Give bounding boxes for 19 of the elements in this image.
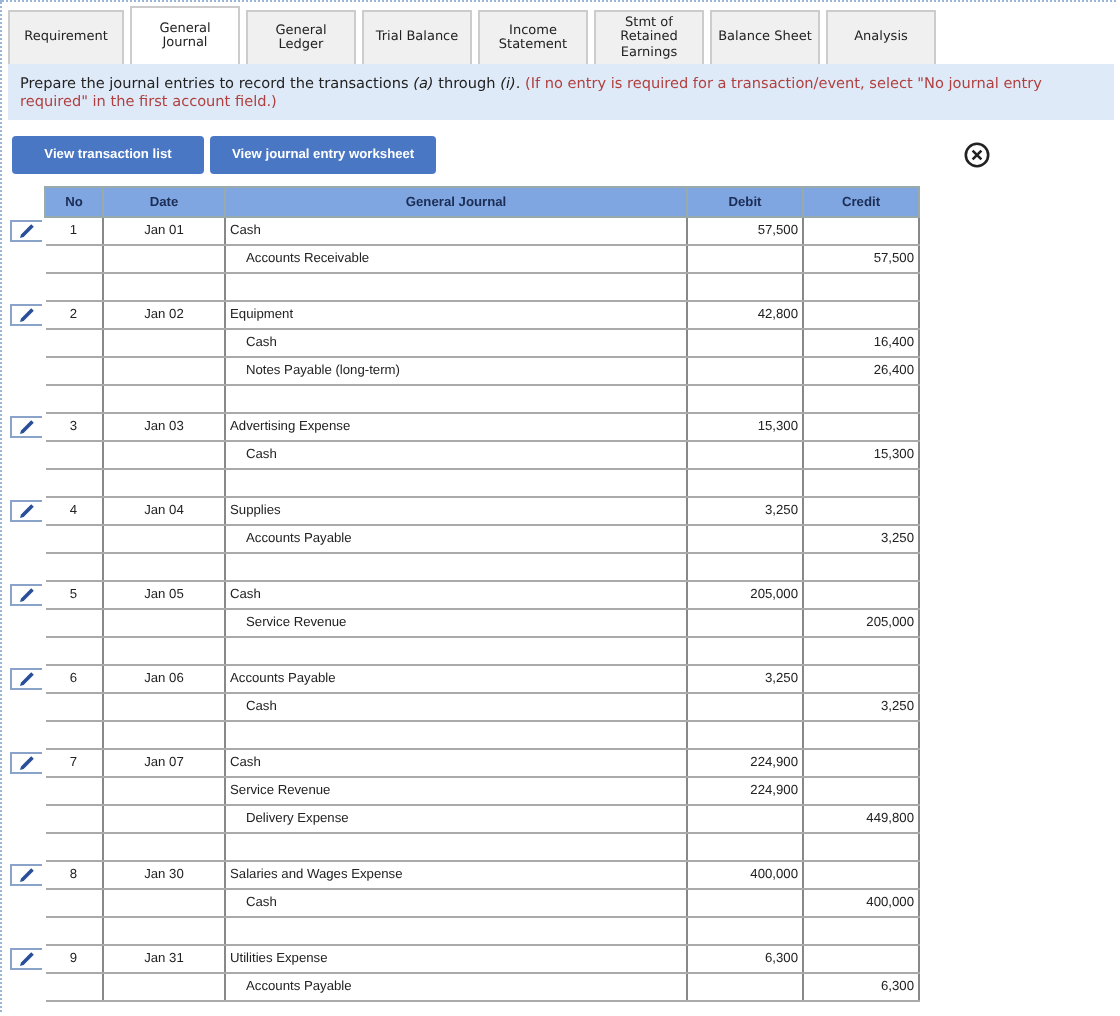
edit-button[interactable]	[10, 752, 42, 775]
edit-button[interactable]	[10, 584, 42, 607]
edit-button[interactable]	[10, 948, 42, 971]
pencil-icon	[18, 950, 36, 969]
pencil-icon	[18, 306, 36, 325]
edit-button[interactable]	[10, 668, 42, 691]
edit-button[interactable]	[10, 864, 42, 887]
pencil-icon	[18, 586, 36, 605]
edit-button[interactable]	[10, 500, 42, 523]
close-icon[interactable]	[964, 142, 991, 169]
pencil-icon	[18, 502, 36, 521]
pencil-icon	[18, 866, 36, 885]
pencil-icon	[18, 418, 36, 437]
edit-button[interactable]	[10, 304, 42, 327]
edit-button[interactable]	[10, 220, 42, 243]
edit-button[interactable]	[10, 416, 42, 439]
pencil-icon	[18, 754, 36, 773]
pencil-icon	[18, 222, 36, 241]
pencil-icon	[18, 670, 36, 689]
